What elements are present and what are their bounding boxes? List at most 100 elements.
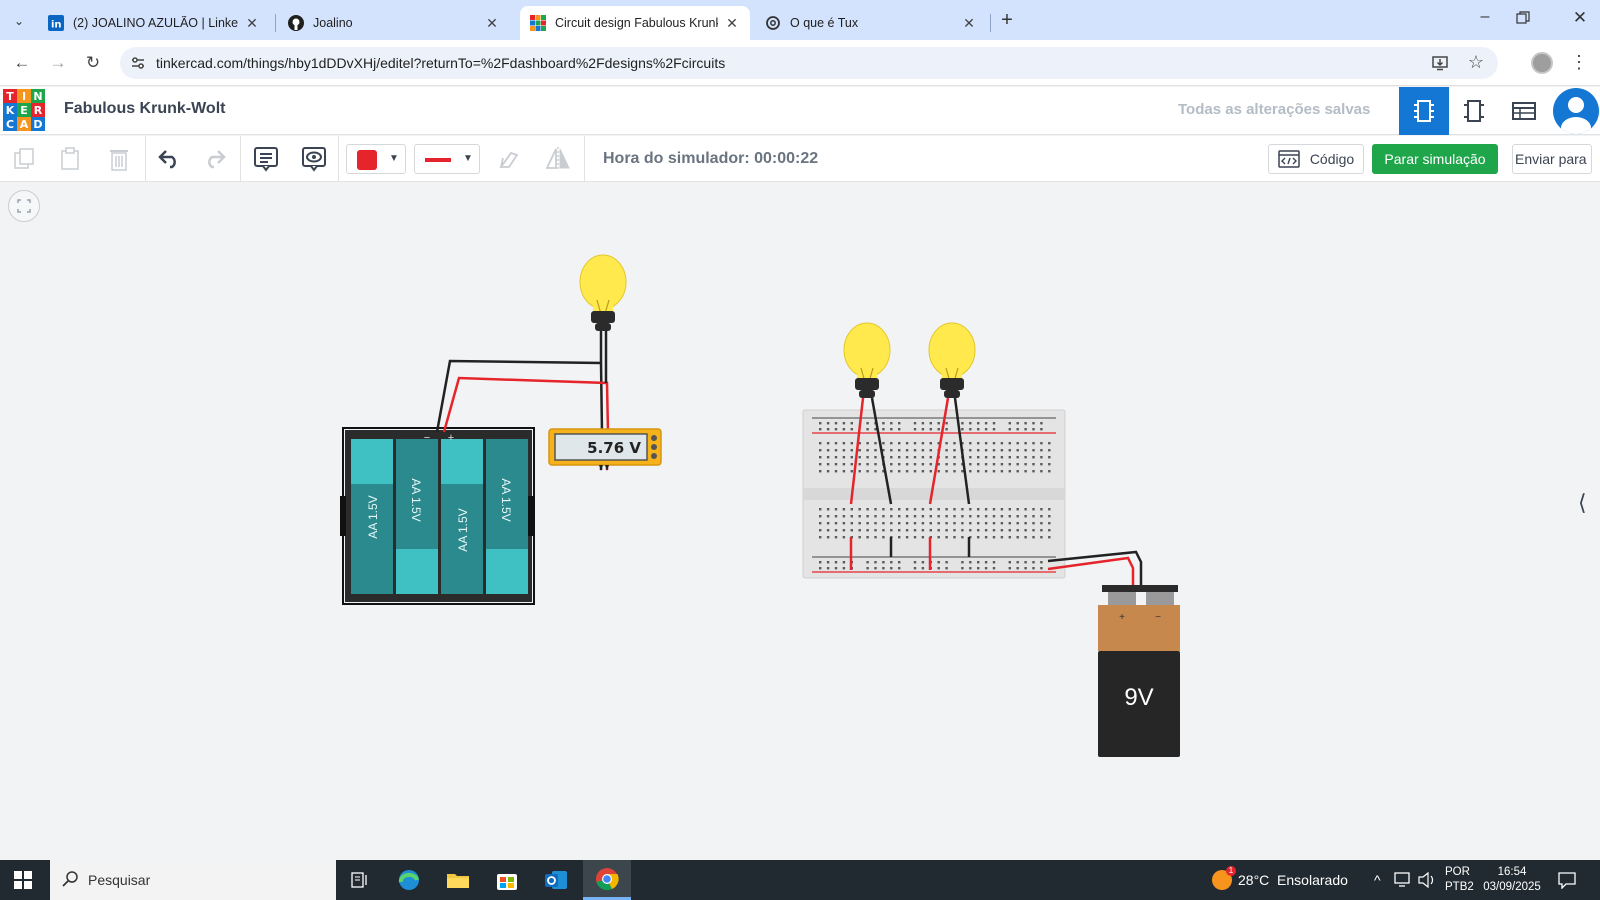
battery-plus-label: + — [1119, 612, 1125, 623]
tinkercad-logo[interactable]: T I N K E R C A D — [3, 89, 45, 131]
logo-letter: A — [17, 117, 31, 131]
windows-start-icon[interactable] — [0, 860, 46, 900]
aa-cell: AA 1.5V — [351, 439, 393, 594]
battery-9v-label: 9V — [1124, 684, 1153, 711]
logo-letter: N — [31, 89, 45, 103]
close-tab-icon[interactable]: ✕ — [484, 15, 500, 32]
address-bar: ← → ↻ tinkercad.com/things/hby1dDDvXHj/e… — [0, 40, 1600, 86]
tab-linkedin[interactable]: in (2) JOALINO AZULÃO | LinkedIn ✕ — [38, 6, 270, 40]
chevron-down-icon: ▼ — [389, 153, 399, 164]
component-list-button[interactable] — [1499, 87, 1549, 135]
weather-badge: 1 — [1226, 866, 1236, 876]
battery-minus-label: − — [1155, 612, 1161, 623]
back-icon[interactable]: ← — [10, 51, 34, 75]
circuit-drawing: AA 1.5V AA 1.5V AA 1.5V AA 1.5V − + 5.76… — [340, 254, 1180, 757]
user-avatar[interactable] — [1553, 88, 1599, 134]
minimize-icon[interactable]: – — [1470, 8, 1500, 32]
stop-simulation-button[interactable]: Parar simulação — [1372, 144, 1498, 174]
aa-cell: AA 1.5V — [486, 439, 528, 594]
battery-pack-4xaa[interactable]: AA 1.5V AA 1.5V AA 1.5V AA 1.5V − + — [340, 427, 535, 605]
rotate-icon[interactable] — [494, 144, 524, 174]
logo-letter: C — [3, 117, 17, 131]
edge-icon[interactable] — [386, 860, 432, 900]
notes-icon[interactable] — [251, 144, 281, 174]
tab-openai[interactable]: O que é Tux ✕ — [755, 6, 987, 40]
save-status: Todas as alterações salvas — [1178, 101, 1371, 118]
code-label: Código — [1309, 151, 1355, 167]
circuit-view-button[interactable] — [1399, 87, 1449, 135]
svg-text:in: in — [51, 20, 62, 31]
install-app-icon[interactable] — [1432, 55, 1448, 76]
flip-icon[interactable] — [543, 144, 573, 174]
weather-text: 28°C Ensolarado — [1238, 872, 1348, 888]
logo-letter: D — [31, 117, 45, 131]
aa-cell: AA 1.5V — [441, 439, 483, 594]
close-tab-icon[interactable]: ✕ — [724, 15, 740, 32]
multimeter-reading: 5.76 V — [587, 439, 641, 457]
wire-type-icon — [425, 158, 451, 162]
aa-cell: AA 1.5V — [396, 439, 438, 594]
schematic-view-button[interactable] — [1449, 87, 1499, 135]
logo-letter: E — [17, 103, 31, 117]
task-view-icon[interactable] — [337, 860, 383, 900]
tab-tinkercad[interactable]: Circuit design Fabulous Krunk-W ✕ — [520, 6, 750, 40]
close-tab-icon[interactable]: ✕ — [244, 15, 260, 32]
chrome-icon[interactable] — [583, 860, 631, 900]
logo-letter: T — [3, 89, 17, 103]
clock[interactable]: 16:54 03/09/2025 — [1480, 865, 1544, 895]
network-icon[interactable] — [1394, 860, 1414, 900]
delete-icon[interactable] — [104, 144, 134, 174]
light-bulb[interactable] — [928, 322, 976, 398]
new-tab-icon[interactable]: + — [996, 9, 1018, 31]
notifications-icon[interactable] — [1558, 860, 1576, 900]
wire-color-dropdown[interactable]: ▼ — [346, 144, 406, 174]
paste-icon[interactable] — [55, 144, 85, 174]
design-title[interactable]: Fabulous Krunk-Wolt — [64, 100, 225, 118]
bookmark-star-icon[interactable]: ☆ — [1468, 52, 1484, 73]
simulator-time: Hora do simulador: 00:00:22 — [603, 150, 819, 167]
tab-title: Joalino — [313, 16, 353, 30]
show-notes-icon[interactable] — [299, 144, 329, 174]
aa-cell-label: AA 1.5V — [366, 495, 380, 538]
file-explorer-icon[interactable] — [435, 860, 481, 900]
outlook-icon[interactable] — [533, 860, 579, 900]
linkedin-icon: in — [48, 15, 64, 31]
weather-widget[interactable]: 1 28°C Ensolarado — [1212, 860, 1348, 900]
copy-icon[interactable] — [9, 144, 39, 174]
tab-title: Circuit design Fabulous Krunk-W — [555, 16, 718, 30]
site-info-icon[interactable] — [130, 55, 146, 76]
volume-icon[interactable] — [1418, 860, 1436, 900]
store-icon[interactable] — [484, 860, 530, 900]
logo-letter: R — [31, 103, 45, 117]
wire-color-swatch — [357, 150, 377, 170]
wire-type-dropdown[interactable]: ▼ — [414, 144, 480, 174]
aa-cell-label: AA 1.5V — [499, 478, 513, 521]
light-bulb[interactable] — [843, 322, 891, 398]
code-button[interactable]: Código — [1268, 144, 1364, 174]
circuit-canvas[interactable]: ⟨ AA 1.5V AA 1.5V AA 1.5V AA 1.5V − + 5.… — [0, 182, 1600, 860]
aa-cell-label: AA 1.5V — [409, 478, 423, 521]
profile-avatar-icon[interactable] — [1531, 52, 1553, 74]
breadboard[interactable] — [802, 397, 1066, 579]
forward-icon[interactable]: → — [46, 51, 70, 75]
window-close-icon[interactable]: ✕ — [1568, 8, 1592, 32]
restore-icon[interactable] — [1516, 11, 1536, 31]
taskbar-search[interactable]: Pesquisar — [50, 860, 336, 900]
close-tab-icon[interactable]: ✕ — [961, 15, 977, 32]
tab-search-dropdown-icon[interactable]: ⌄ — [8, 10, 30, 32]
battery-9v[interactable]: + − 9V — [1098, 585, 1180, 757]
language-indicator[interactable]: POR PTB2 — [1445, 865, 1477, 895]
redo-icon[interactable] — [200, 144, 230, 174]
clock-date: 03/09/2025 — [1483, 881, 1541, 893]
browser-menu-icon[interactable]: ⋮ — [1570, 50, 1588, 74]
send-to-button[interactable]: Enviar para — [1512, 144, 1592, 174]
tab-github[interactable]: Joalino ✕ — [278, 6, 510, 40]
windows-taskbar: Pesquisar 1 28°C Ensolarado ^ POR PTB2 1… — [0, 860, 1600, 900]
tray-chevron-icon[interactable]: ^ — [1374, 860, 1381, 900]
multimeter[interactable]: 5.76 V — [548, 428, 662, 471]
app-header: T I N K E R C A D Fabulous Krunk-Wolt To… — [0, 87, 1600, 135]
omnibox[interactable]: tinkercad.com/things/hby1dDDvXHj/editel?… — [120, 47, 1498, 79]
url-text[interactable]: tinkercad.com/things/hby1dDDvXHj/editel?… — [156, 55, 725, 71]
reload-icon[interactable]: ↻ — [81, 51, 105, 75]
undo-icon[interactable] — [154, 144, 184, 174]
